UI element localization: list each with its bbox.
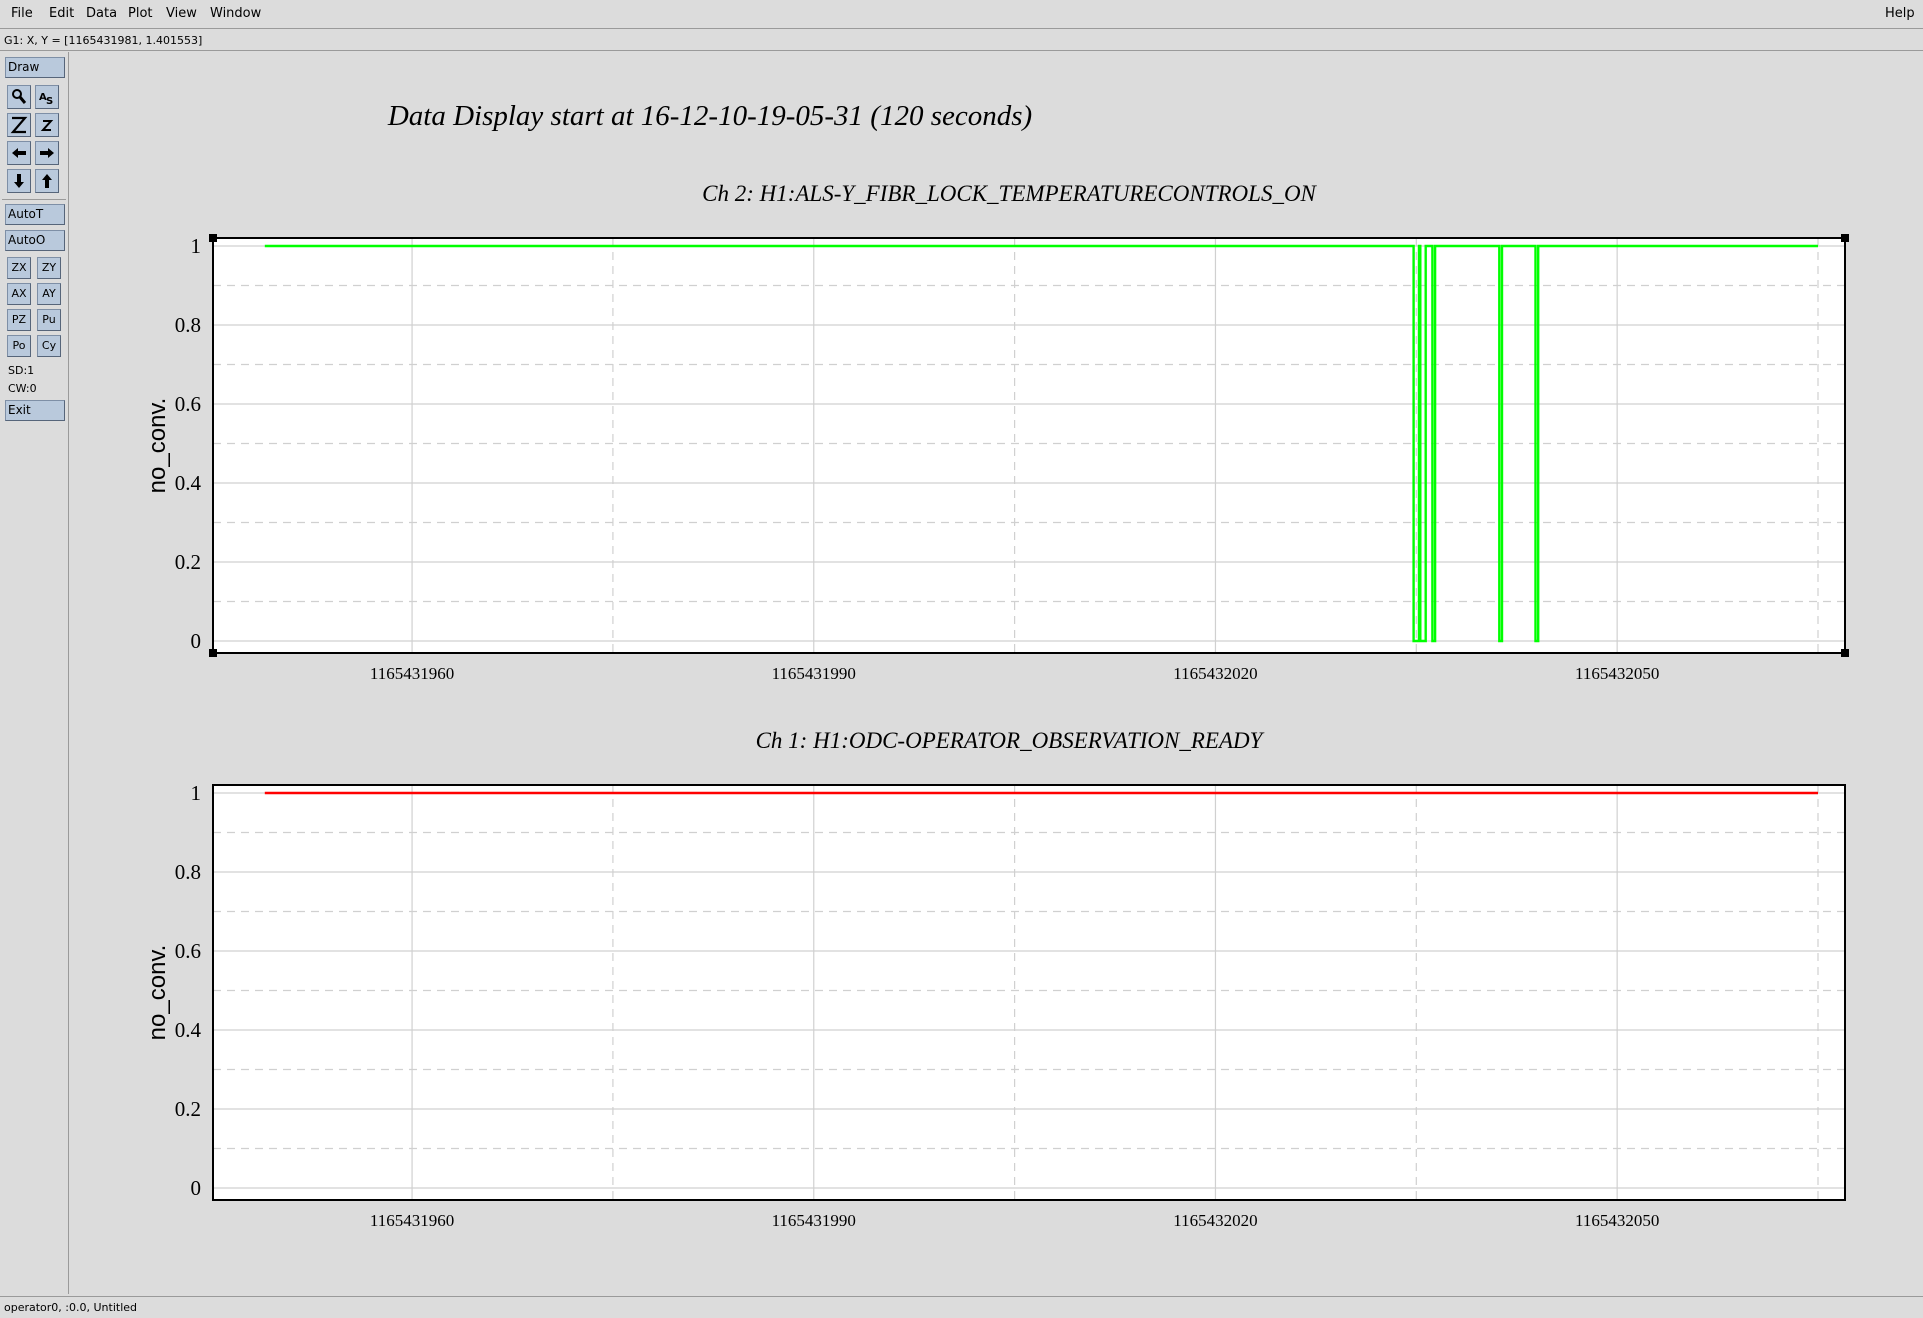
y-tick-label: 0.6 (175, 392, 201, 416)
plot-area (213, 238, 1845, 653)
y-tick-label: 1 (191, 781, 202, 805)
selection-handle (209, 649, 217, 657)
y-tick-label: 0.8 (175, 313, 201, 337)
x-tick-label: 1165432050 (1575, 1211, 1659, 1230)
menu-bar: File Edit Data Plot View Window Help (0, 0, 1923, 29)
exit-button[interactable]: Exit (5, 400, 65, 421)
arrow-down-glyph (14, 174, 24, 188)
po-button[interactable]: Po (7, 335, 31, 357)
zoom-out-z-glyph (40, 120, 54, 131)
y-tick-label: 0.2 (175, 1097, 201, 1121)
y-tick-label: 0.8 (175, 860, 201, 884)
left-toolbar: Draw AS AutoT AutoO ZX ZY AX AY PZ Pu Po… (0, 52, 69, 1294)
plots-group: Ch 2: H1:ALS-Y_FIBR_LOCK_TEMPERATURECONT… (144, 181, 1849, 1230)
app-window: File Edit Data Plot View Window Help G1:… (0, 0, 1923, 1318)
zoom-in-z-glyph (10, 116, 28, 134)
menu-data[interactable]: Data (86, 6, 117, 21)
plot-canvas[interactable]: Data Display start at 16-12-10-19-05-31 … (70, 52, 1923, 1294)
chart-title: Ch 1: H1:ODC-OPERATOR_OBSERVATION_READY (756, 728, 1265, 753)
plot-area (213, 785, 1845, 1200)
pu-button[interactable]: Pu (37, 309, 61, 331)
arrow-up-glyph (42, 174, 52, 188)
y-tick-label: 0.6 (175, 939, 201, 963)
x-tick-label: 1165431960 (370, 1211, 454, 1230)
magnify-icon-glyph (12, 89, 27, 104)
y-tick-label: 1 (191, 234, 202, 258)
y-axis-label: no_conv. (144, 398, 171, 494)
pz-button[interactable]: PZ (7, 309, 31, 331)
arrow-left-icon[interactable] (7, 141, 31, 165)
menu-file[interactable]: File (11, 6, 33, 21)
arrow-up-icon[interactable] (35, 169, 59, 193)
ax-button[interactable]: AX (7, 283, 31, 305)
x-tick-label: 1165432020 (1173, 1211, 1257, 1230)
arrow-right-icon[interactable] (35, 141, 59, 165)
zoom-out-z-icon[interactable] (35, 113, 59, 137)
as-icon-glyph: AS (39, 92, 53, 107)
status-text: operator0, :0.0, Untitled (4, 1301, 138, 1314)
svg-text:S: S (46, 96, 53, 107)
autoo-button[interactable]: AutoO (5, 230, 65, 251)
y-axis-label: no_conv. (144, 945, 171, 1041)
magnify-icon[interactable] (7, 85, 31, 109)
x-tick-label: 1165432020 (1173, 664, 1257, 683)
x-tick-label: 1165431960 (370, 664, 454, 683)
y-tick-label: 0 (191, 629, 202, 653)
status-bar: operator0, :0.0, Untitled (0, 1296, 1923, 1318)
selection-handle (209, 234, 217, 242)
selection-handle (1841, 234, 1849, 242)
selection-handle (1841, 649, 1849, 657)
autot-button[interactable]: AutoT (5, 204, 65, 225)
ay-button[interactable]: AY (37, 283, 61, 305)
zoom-in-z-icon[interactable] (7, 113, 31, 137)
toolbar-divider (2, 199, 66, 200)
figure-svg: Data Display start at 16-12-10-19-05-31 … (144, 100, 1849, 1230)
x-tick-label: 1165431990 (772, 1211, 856, 1230)
y-tick-label: 0 (191, 1176, 202, 1200)
menu-plot[interactable]: Plot (128, 6, 153, 21)
arrow-right-glyph (40, 148, 54, 158)
y-tick-label: 0.4 (175, 471, 202, 495)
coordinate-readout: G1: X, Y = [1165431981, 1.401553] (4, 34, 203, 47)
arrow-down-icon[interactable] (7, 169, 31, 193)
menu-help[interactable]: Help (1885, 6, 1915, 21)
x-tick-label: 1165431990 (772, 664, 856, 683)
cy-button[interactable]: Cy (37, 335, 61, 357)
menu-edit[interactable]: Edit (49, 6, 74, 21)
zy-button[interactable]: ZY (37, 257, 61, 279)
chart-ch2: Ch 2: H1:ALS-Y_FIBR_LOCK_TEMPERATURECONT… (144, 181, 1849, 683)
zx-button[interactable]: ZX (7, 257, 31, 279)
cw-indicator: CW:0 (8, 382, 37, 395)
y-tick-label: 0.2 (175, 550, 201, 574)
menu-view[interactable]: View (166, 6, 197, 21)
arrow-left-glyph (12, 148, 26, 158)
coordinate-readout-bar: G1: X, Y = [1165431981, 1.401553] (0, 30, 1923, 51)
chart-ch1: Ch 1: H1:ODC-OPERATOR_OBSERVATION_READY 0… (144, 728, 1846, 1230)
x-tick-label: 1165432050 (1575, 664, 1659, 683)
y-tick-label: 0.4 (175, 1018, 202, 1042)
figure-title: Data Display start at 16-12-10-19-05-31 … (387, 100, 1032, 132)
sd-indicator: SD:1 (8, 364, 35, 377)
chart-title: Ch 2: H1:ALS-Y_FIBR_LOCK_TEMPERATURECONT… (702, 181, 1317, 206)
menu-window[interactable]: Window (210, 6, 261, 21)
draw-button[interactable]: Draw (5, 57, 65, 78)
as-icon[interactable]: AS (35, 85, 59, 109)
